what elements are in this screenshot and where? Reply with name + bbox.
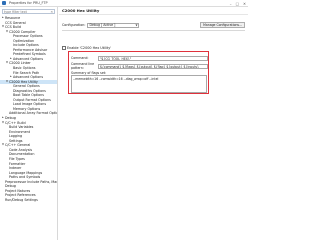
- command-pattern-field[interactable]: ${command} ${flags} ${output} ${flag} ${…: [98, 63, 208, 69]
- main-pane: C2000 Hex Utility Configuration: Debug […: [59, 7, 248, 240]
- tree-filter-input[interactable]: type filter text ✕: [2, 9, 55, 14]
- command-row: Command: "${CG_TOOL_HEX}": [71, 55, 208, 61]
- configuration-label: Configuration:: [62, 23, 86, 27]
- close-button[interactable]: ✕: [243, 2, 246, 6]
- divider: [62, 30, 245, 31]
- highlight-frame: Command: "${CG_TOOL_HEX}" Command line p…: [68, 51, 209, 94]
- configuration-row: Configuration: Debug [ Active ] ▼ Manage…: [62, 22, 245, 28]
- enable-hex-utility-label: Enable 'C2000 Hex Utility': [67, 46, 112, 50]
- command-field[interactable]: "${CG_TOOL_HEX}": [98, 55, 208, 61]
- chevron-down-icon: ▼: [135, 23, 138, 27]
- command-pattern-label: Command line pattern:: [71, 62, 95, 70]
- window-controls: – □ ✕: [230, 2, 246, 6]
- tree-item-label: Additional Array Format Options: [9, 111, 58, 116]
- tree-item[interactable]: Run/Debug Settings: [0, 198, 57, 203]
- property-tree-pane: type filter text ✕ ► Resource CCS General ▼…: [0, 7, 58, 240]
- manage-configurations-button[interactable]: Manage Configurations...: [200, 22, 245, 28]
- flags-summary-field[interactable]: --memwidth=16 --romwidth=16 --diag_wrap=…: [71, 75, 207, 93]
- command-pattern-row: Command line pattern: ${command} ${flags…: [71, 62, 208, 70]
- clear-filter-icon[interactable]: ✕: [50, 10, 53, 14]
- maximize-button[interactable]: □: [236, 2, 239, 6]
- enable-hex-utility-row: Enable 'C2000 Hex Utility': [62, 46, 111, 50]
- app-icon: [2, 1, 6, 5]
- minimize-button[interactable]: –: [230, 2, 232, 6]
- configuration-select[interactable]: Debug [ Active ] ▼: [87, 22, 140, 28]
- page-title: C2000 Hex Utility: [59, 7, 248, 15]
- configuration-value: Debug [ Active ]: [89, 23, 116, 27]
- command-label: Command:: [71, 56, 89, 60]
- filter-placeholder: type filter text: [4, 9, 27, 14]
- window-titlebar: Properties for PRU_FTP – □ ✕: [0, 0, 248, 7]
- property-tree: ► Resource CCS General ▼ CCS Build ▼ C2000 Com…: [0, 16, 57, 202]
- tree-item-label: Run/Debug Settings: [5, 197, 38, 202]
- window-title: Properties for PRU_FTP: [9, 1, 48, 5]
- enable-hex-utility-checkbox[interactable]: [62, 46, 66, 50]
